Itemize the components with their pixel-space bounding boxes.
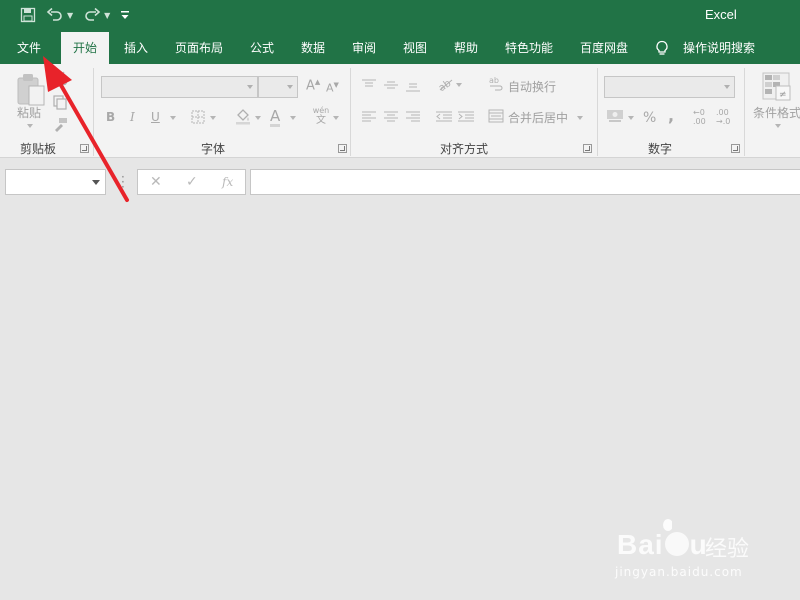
annotation-arrow [43,56,129,202]
watermark-url: jingyan.baidu.com [615,565,743,579]
watermark-brand-text: Bai [617,529,664,560]
watermark-paw-icon [664,532,689,556]
watermark-brand: Bai u [617,529,708,561]
watermark-suffix: 经验 [705,537,750,562]
